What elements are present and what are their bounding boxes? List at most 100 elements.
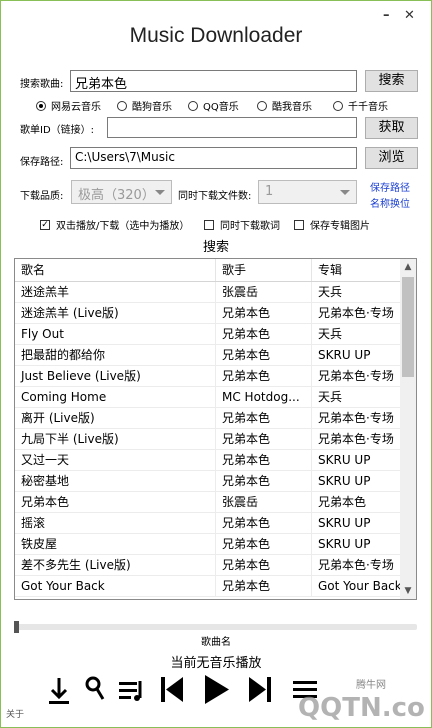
radio-circle-icon[interactable] [257, 100, 267, 111]
table-row[interactable]: 迷途羔羊 (Live版) 兄弟本色 兄弟本色·专场 [15, 303, 401, 324]
table-row[interactable]: 离开 (Live版) 兄弟本色 兄弟本色·专场 [15, 408, 401, 429]
table-row[interactable]: 秘密基地 兄弟本色 SKRU UP [15, 471, 401, 492]
close-icon[interactable]: ✕ [404, 8, 415, 23]
artist-cell: 兄弟本色 [216, 555, 312, 575]
table-row[interactable]: 又过一天 兄弟本色 SKRU UP [15, 450, 401, 471]
table-row[interactable]: Coming Home MC Hotdog... 天兵 [15, 387, 401, 408]
svg-text:腾牛网: 腾牛网 [356, 678, 386, 691]
artist-cell: 兄弟本色 [216, 471, 312, 491]
source-radio-4[interactable]: 千千音乐 [333, 98, 388, 113]
rename-link[interactable]: 名称换位 [370, 195, 410, 210]
option-label: 双击播放/下载（选中为播放） [56, 221, 190, 232]
song-title-cell: Fly Out [15, 324, 216, 344]
minimize-icon[interactable]: – [383, 8, 390, 23]
table-row[interactable]: 九局下半 (Live版) 兄弟本色 兄弟本色·专场 [15, 429, 401, 450]
table-row[interactable]: Got Your Back 兄弟本色 Got Your Back [15, 576, 401, 597]
song-title-cell: 迷途羔羊 (Live版) [15, 303, 216, 323]
option-label: 保存专辑图片 [310, 221, 370, 232]
artist-cell: 兄弟本色 [216, 450, 312, 470]
search-input[interactable]: 兄弟本色 [70, 70, 357, 92]
option-checkbox-0[interactable]: ✓ 双击播放/下载（选中为播放） [40, 217, 189, 232]
download-icon[interactable] [46, 672, 72, 708]
scroll-up-icon[interactable]: ▲ [400, 259, 416, 275]
search-icon[interactable] [84, 672, 106, 708]
chevron-down-icon [340, 190, 350, 195]
table-row[interactable]: Fly Out 兄弟本色 天兵 [15, 324, 401, 345]
album-cell: SKRU UP [318, 516, 371, 530]
scroll-thumb[interactable] [402, 277, 414, 377]
radio-circle-icon[interactable] [36, 100, 46, 111]
artist-cell: 兄弟本色 [216, 324, 312, 344]
playlist-id-input[interactable] [107, 117, 357, 138]
song-title-cell: 九局下半 (Live版) [15, 429, 216, 449]
progress-knob[interactable] [14, 621, 19, 633]
table-row[interactable]: 差不多先生 (Live版) 兄弟本色 兄弟本色·专场 [15, 555, 401, 576]
table-row[interactable]: 铁皮屋 兄弟本色 SKRU UP [15, 534, 401, 555]
radio-circle-icon[interactable] [117, 100, 127, 111]
results-label: 搜索 [202, 240, 229, 255]
table-row[interactable]: 兄弟本色 张震岳 兄弟本色 [15, 492, 401, 513]
album-cell: 天兵 [318, 285, 343, 299]
album-cell: SKRU UP [318, 453, 371, 467]
previous-icon[interactable] [158, 672, 186, 708]
artist-cell: 兄弟本色 [216, 408, 312, 428]
player-status: 当前无音乐播放 [170, 656, 262, 671]
option-label: 同时下载歌词 [220, 221, 280, 232]
fetch-button[interactable]: 获取 [365, 117, 418, 139]
song-title-cell: 秘密基地 [15, 471, 216, 491]
checkbox-icon[interactable] [204, 219, 214, 230]
album-cell: 兄弟本色·专场 [318, 432, 394, 446]
song-title-cell: 迷途羔羊 [15, 282, 216, 302]
song-title-cell: Got Your Back [15, 576, 216, 596]
source-radio-label: 网易云音乐 [51, 102, 101, 113]
song-title-cell: 兄弟本色 [15, 492, 216, 512]
album-cell: SKRU UP [318, 348, 371, 362]
column-header-artist[interactable]: 歌手 [216, 259, 312, 281]
concurrent-value: 1 [265, 184, 274, 199]
results-table: 歌名 歌手 专辑 迷途羔羊 张震岳 天兵 迷途羔羊 (Live版) 兄弟本色 兄弟本色·专… [14, 258, 417, 600]
checkbox-icon[interactable] [294, 219, 304, 230]
source-radio-label: 千千音乐 [348, 102, 388, 113]
table-row[interactable]: 摇滚 兄弟本色 SKRU UP [15, 513, 401, 534]
option-checkbox-2[interactable]: 保存专辑图片 [294, 217, 370, 232]
artist-cell: 兄弟本色 [216, 576, 312, 596]
next-icon[interactable] [246, 672, 274, 708]
table-header: 歌名 歌手 专辑 [15, 259, 401, 282]
column-header-title[interactable]: 歌名 [15, 259, 216, 281]
radio-circle-icon[interactable] [188, 100, 198, 111]
vertical-scrollbar[interactable]: ▲ ▼ [400, 259, 416, 599]
song-title-cell: 铁皮屋 [15, 534, 216, 554]
search-button[interactable]: 搜索 [365, 70, 418, 92]
save-path-link[interactable]: 保存路径 [370, 179, 410, 194]
app-title: Music Downloader [129, 24, 303, 47]
album-cell: 天兵 [318, 390, 343, 404]
album-cell: SKRU UP [318, 537, 371, 551]
song-title-cell: 把最甜的都给你 [15, 345, 216, 365]
album-cell: 天兵 [318, 327, 343, 341]
source-radio-2[interactable]: QQ音乐 [188, 98, 239, 113]
table-row[interactable]: Just Believe (Live版) 兄弟本色 兄弟本色·专场 [15, 366, 401, 387]
quality-select[interactable]: 极高（320） [71, 180, 172, 204]
source-radio-3[interactable]: 酷我音乐 [257, 98, 312, 113]
concurrent-select[interactable]: 1 [258, 180, 357, 204]
browse-button[interactable]: 浏览 [365, 147, 418, 169]
checkbox-icon[interactable]: ✓ [40, 219, 50, 230]
radio-circle-icon[interactable] [333, 100, 343, 111]
album-cell: SKRU UP [318, 474, 371, 488]
source-radio-0[interactable]: 网易云音乐 [36, 98, 101, 113]
playlist-icon[interactable] [118, 672, 144, 708]
song-title-cell: 离开 (Live版) [15, 408, 216, 428]
about-link[interactable]: 关于 [6, 707, 24, 720]
scroll-down-icon[interactable]: ▼ [400, 583, 416, 599]
source-radio-1[interactable]: 酷狗音乐 [117, 98, 172, 113]
playlist-label: 歌单ID（链接）: [20, 125, 95, 136]
playback-progress[interactable] [14, 621, 417, 633]
table-row[interactable]: 迷途羔羊 张震岳 天兵 [15, 282, 401, 303]
artist-cell: 兄弟本色 [216, 513, 312, 533]
play-icon[interactable] [202, 672, 232, 708]
column-header-album[interactable]: 专辑 [312, 259, 401, 281]
concurrent-label: 同时下载文件数: [178, 191, 252, 202]
option-checkbox-1[interactable]: 同时下载歌词 [204, 217, 280, 232]
table-row[interactable]: 把最甜的都给你 兄弟本色 SKRU UP [15, 345, 401, 366]
save-path-input[interactable]: C:\Users\7\Music [70, 147, 357, 169]
